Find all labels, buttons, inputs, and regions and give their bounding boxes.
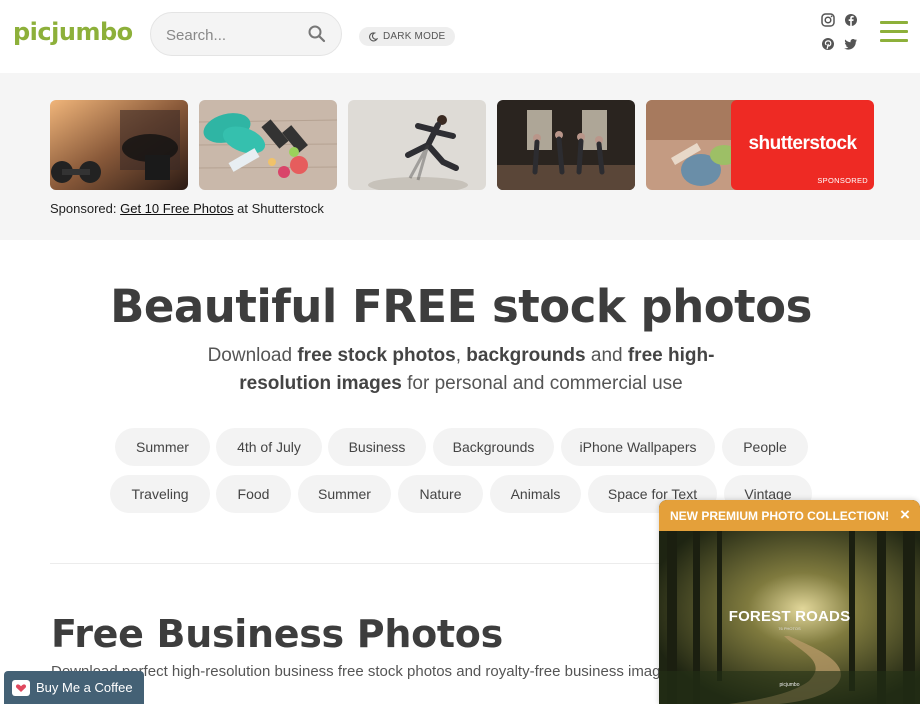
facebook-icon[interactable]	[844, 13, 858, 27]
menu-icon[interactable]	[880, 21, 908, 43]
collection-logo: picjumbo	[779, 682, 800, 688]
coffee-icon	[12, 679, 30, 696]
sponsored-banner: shutterstock SPONSORED Sponsored: Get 10…	[0, 73, 920, 240]
tag-traveling[interactable]: Traveling	[110, 475, 210, 513]
sponsored-tag: SPONSORED	[817, 176, 868, 185]
sponsored-caption: Sponsored: Get 10 Free Photos at Shutter…	[50, 201, 324, 216]
tag-4th-of-july[interactable]: 4th of July	[216, 428, 322, 466]
search-box[interactable]	[150, 12, 342, 56]
search-icon[interactable]	[307, 24, 327, 44]
site-logo[interactable]: picjumbo	[13, 18, 133, 46]
collection-name: FOREST ROADS	[728, 608, 851, 625]
section-subtitle: Download perfect high-resolution busines…	[51, 663, 671, 680]
shutterstock-logo: shutterstock	[748, 133, 857, 154]
dark-mode-toggle[interactable]: DARK MODE	[359, 27, 456, 46]
hero-subtitle: Download free stock photos, backgrounds …	[207, 345, 715, 394]
tag-animals[interactable]: Animals	[490, 475, 581, 513]
promo-title: NEW PREMIUM PHOTO COLLECTION!	[670, 508, 890, 523]
hero-title: Beautiful FREE stock photos	[110, 280, 812, 333]
sponsored-photo-class[interactable]	[497, 100, 635, 190]
premium-collection-popup[interactable]: NEW PREMIUM PHOTO COLLECTION! × FOREST R…	[659, 500, 920, 704]
moon-icon	[369, 31, 378, 41]
tag-people[interactable]: People	[722, 428, 808, 466]
tag-iphone-wallpapers[interactable]: iPhone Wallpapers	[561, 428, 715, 466]
header: picjumbo DARK MODE	[0, 0, 920, 73]
shutterstock-ad[interactable]: shutterstock SPONSORED	[731, 100, 874, 190]
tag-food[interactable]: Food	[216, 475, 291, 513]
pinterest-icon[interactable]	[821, 37, 835, 51]
tag-backgrounds[interactable]: Backgrounds	[433, 428, 554, 466]
collection-count: 76 PHOTOS	[778, 626, 801, 631]
coffee-label: Buy Me a Coffee	[36, 680, 133, 695]
sponsored-photo-runner[interactable]	[348, 100, 486, 190]
tag-summer-2[interactable]: Summer	[298, 475, 391, 513]
tag-business[interactable]: Business	[328, 428, 426, 466]
close-icon[interactable]: ×	[898, 506, 912, 523]
instagram-icon[interactable]	[821, 13, 835, 27]
twitter-icon[interactable]	[844, 37, 858, 51]
promo-header: NEW PREMIUM PHOTO COLLECTION!	[659, 500, 920, 531]
buy-me-a-coffee-button[interactable]: Buy Me a Coffee	[4, 671, 144, 704]
free-photos-link[interactable]: Get 10 Free Photos	[120, 201, 233, 216]
sponsored-suffix: at Shutterstock	[233, 201, 324, 216]
section-title: Free Business Photos	[51, 612, 503, 656]
tag-nature[interactable]: Nature	[398, 475, 483, 513]
sponsored-photo-sneakers[interactable]	[199, 100, 337, 190]
sponsored-prefix: Sponsored:	[50, 201, 121, 216]
sponsored-photo-gym[interactable]	[50, 100, 188, 190]
dark-mode-label: DARK MODE	[383, 31, 446, 42]
search-input[interactable]	[166, 24, 306, 46]
tag-summer[interactable]: Summer	[115, 428, 210, 466]
